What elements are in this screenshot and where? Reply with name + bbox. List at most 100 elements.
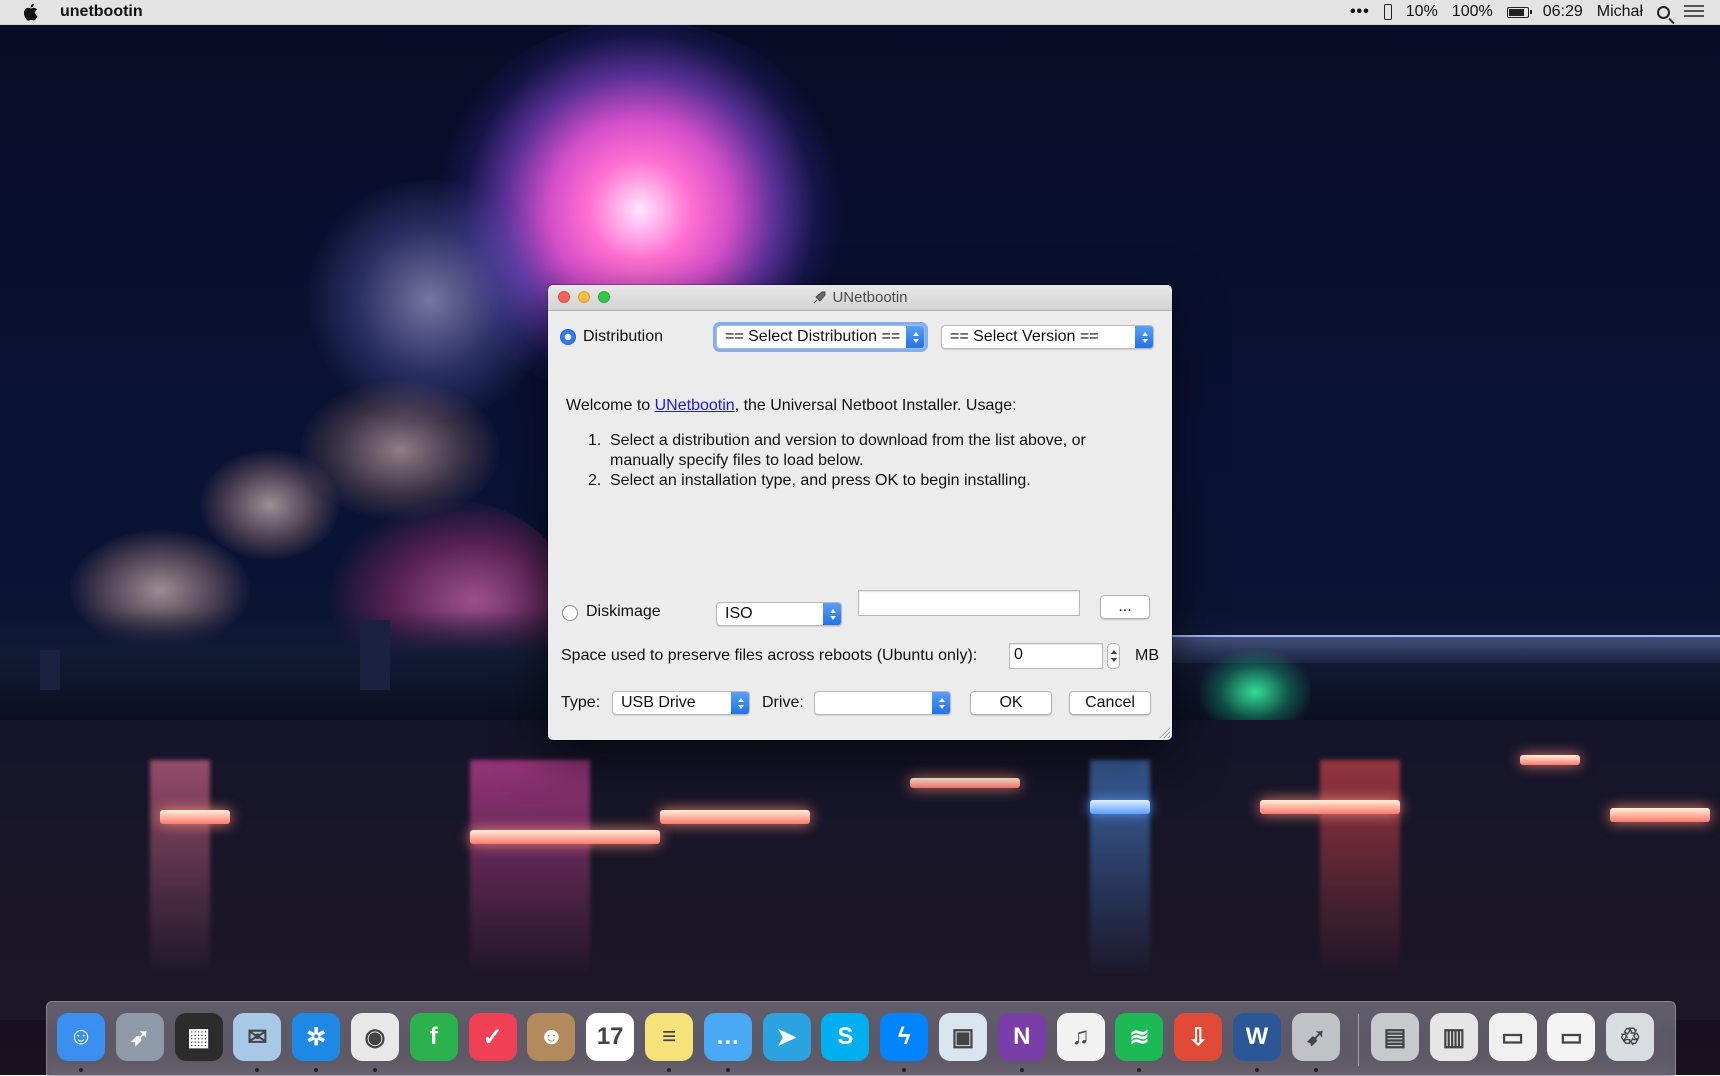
launchpad-icon[interactable]: ➶ — [115, 1013, 164, 1061]
folder-stack-icon[interactable]: ▤ — [1371, 1013, 1419, 1061]
spotlight-search-icon[interactable] — [1657, 5, 1670, 19]
running-indicator — [667, 1068, 671, 1072]
boat — [1610, 808, 1710, 822]
window-titlebar[interactable]: UNetbootin — [548, 285, 1172, 311]
type-value: USB Drive — [621, 694, 696, 711]
spotify-icon[interactable]: ≋ — [1115, 1013, 1164, 1061]
diskimage-type-dropdown[interactable]: ISO — [716, 602, 842, 626]
mail-stamp-icon[interactable]: ✉ — [233, 1013, 282, 1061]
trash-icon[interactable]: ♲ — [1606, 1013, 1655, 1061]
minimize-button[interactable] — [578, 291, 590, 303]
reflection-magenta — [470, 760, 590, 980]
phone-battery-percent[interactable]: 10% — [1406, 3, 1438, 21]
diskimage-path-field[interactable] — [858, 590, 1080, 616]
transmit-icon[interactable]: ⇩ — [1174, 1013, 1223, 1061]
feedly-icon[interactable]: f — [409, 1013, 458, 1061]
window-controls — [558, 291, 610, 303]
more-menu-extras[interactable]: ••• — [1350, 3, 1370, 21]
word-icon[interactable]: W — [1233, 1013, 1281, 1061]
distribution-label[interactable]: Distribution — [583, 328, 663, 346]
apple-menu[interactable] — [0, 3, 60, 21]
drive-dropdown[interactable] — [814, 691, 951, 715]
step-text: Select an installation type, and press O… — [610, 472, 1031, 489]
running-indicator — [314, 1068, 319, 1072]
boat — [660, 810, 810, 824]
browse-button[interactable]: ... — [1100, 595, 1150, 619]
finder-icon[interactable]: ☺ — [57, 1013, 105, 1061]
mission-control-icon[interactable]: ▦ — [174, 1013, 223, 1061]
onenote-icon[interactable]: N — [997, 1013, 1046, 1061]
contacts-icon[interactable]: ☻ — [527, 1013, 576, 1061]
apple-icon — [23, 3, 38, 21]
documents-stack-icon[interactable]: ▥ — [1429, 1013, 1478, 1061]
boat — [160, 810, 230, 824]
dropdown-chevron-icon — [823, 603, 841, 625]
menubar-app-name[interactable]: unetbootin — [60, 3, 143, 21]
window-title: UNetbootin — [548, 289, 1172, 306]
cancel-button[interactable]: Cancel — [1069, 691, 1151, 715]
space-stepper[interactable] — [1107, 643, 1120, 669]
welcome-text: Welcome to UNetbootin, the Universal Net… — [566, 397, 1017, 415]
type-dropdown[interactable]: USB Drive — [612, 691, 750, 715]
downloads-stack-icon[interactable]: ▭ — [1488, 1013, 1537, 1061]
reflection-blue — [1090, 760, 1150, 980]
dropdown-chevron-icon — [906, 326, 924, 348]
running-indicator — [1137, 1068, 1142, 1072]
boat — [910, 778, 1020, 788]
running-indicator — [1019, 1068, 1024, 1072]
battery-icon[interactable] — [1506, 6, 1532, 18]
distribution-radio[interactable] — [560, 329, 576, 345]
unetbootin-icon[interactable]: ➹ — [1291, 1013, 1340, 1061]
messenger-icon[interactable]: ϟ — [880, 1013, 929, 1061]
calendar-icon[interactable]: 17 — [586, 1013, 635, 1061]
usage-step: 1. Select a distribution and version to … — [588, 431, 1128, 471]
window-title-text: UNetbootin — [832, 289, 908, 306]
close-button[interactable] — [558, 291, 570, 303]
green-light — [1200, 650, 1310, 720]
diskimage-radio[interactable] — [562, 605, 578, 621]
running-indicator — [902, 1068, 907, 1072]
telegram-icon[interactable]: ➤ — [762, 1013, 811, 1061]
user-name[interactable]: Michał — [1597, 3, 1643, 21]
dropdown-chevron-icon — [932, 692, 950, 714]
boat — [1090, 800, 1150, 814]
itunes-icon[interactable]: ♫ — [1056, 1013, 1105, 1061]
preview-icon[interactable]: ▣ — [939, 1013, 987, 1061]
space-label: Space used to preserve files across rebo… — [561, 647, 978, 664]
notes-icon[interactable]: ≡ — [645, 1013, 693, 1061]
running-indicator — [255, 1068, 260, 1072]
select-version-dropdown[interactable]: == Select Version == — [941, 325, 1154, 349]
pocket-icon[interactable]: ✓ — [468, 1013, 517, 1061]
ok-button[interactable]: OK — [970, 691, 1052, 715]
select-distribution-value: == Select Distribution == — [725, 328, 901, 345]
phone-battery-icon[interactable] — [1383, 4, 1392, 20]
desktop-stack-icon[interactable]: ▭ — [1547, 1013, 1596, 1061]
skype-icon[interactable]: S — [821, 1013, 870, 1061]
messages-icon[interactable]: … — [703, 1013, 752, 1061]
resize-grip-icon[interactable] — [1158, 726, 1170, 738]
type-label: Type: — [561, 694, 601, 711]
boat — [1520, 755, 1580, 765]
reflection-red — [1320, 760, 1400, 980]
usage-steps: 1. Select a distribution and version to … — [588, 431, 1128, 491]
running-indicator — [373, 1068, 377, 1072]
usage-step: 2. Select an installation type, and pres… — [588, 471, 1128, 491]
unetbootin-link[interactable]: UNetbootin — [655, 397, 735, 414]
zoom-button[interactable] — [598, 291, 610, 303]
safari-icon[interactable]: ✲ — [292, 1013, 341, 1061]
battery-percent[interactable]: 100% — [1452, 3, 1493, 21]
select-distribution-dropdown[interactable]: == Select Distribution == — [716, 325, 925, 349]
dock-separator — [1358, 1014, 1359, 1066]
space-value-field[interactable]: 0 — [1009, 643, 1103, 669]
clock[interactable]: 06:29 — [1543, 3, 1583, 21]
dropdown-chevron-icon — [1135, 326, 1153, 348]
notification-center-icon[interactable] — [1684, 5, 1704, 19]
diskimage-type-value: ISO — [725, 605, 753, 622]
diskimage-label[interactable]: Diskimage — [586, 603, 661, 621]
dock: ☺ ➶ ▦ ✉ ✲ ◉ f ✓ ☻ 17 ≡… ➤ Sϟ ▣ N ♫ ≋ ⇩ W ➹ ▤ ▥ ▭ ▭ ♲ — [46, 1001, 1676, 1076]
chrome-icon[interactable]: ◉ — [351, 1013, 399, 1061]
reflection-pink — [150, 760, 210, 980]
dropdown-chevron-icon — [731, 692, 749, 714]
running-indicator — [79, 1068, 83, 1072]
bay-water — [0, 720, 1720, 1020]
